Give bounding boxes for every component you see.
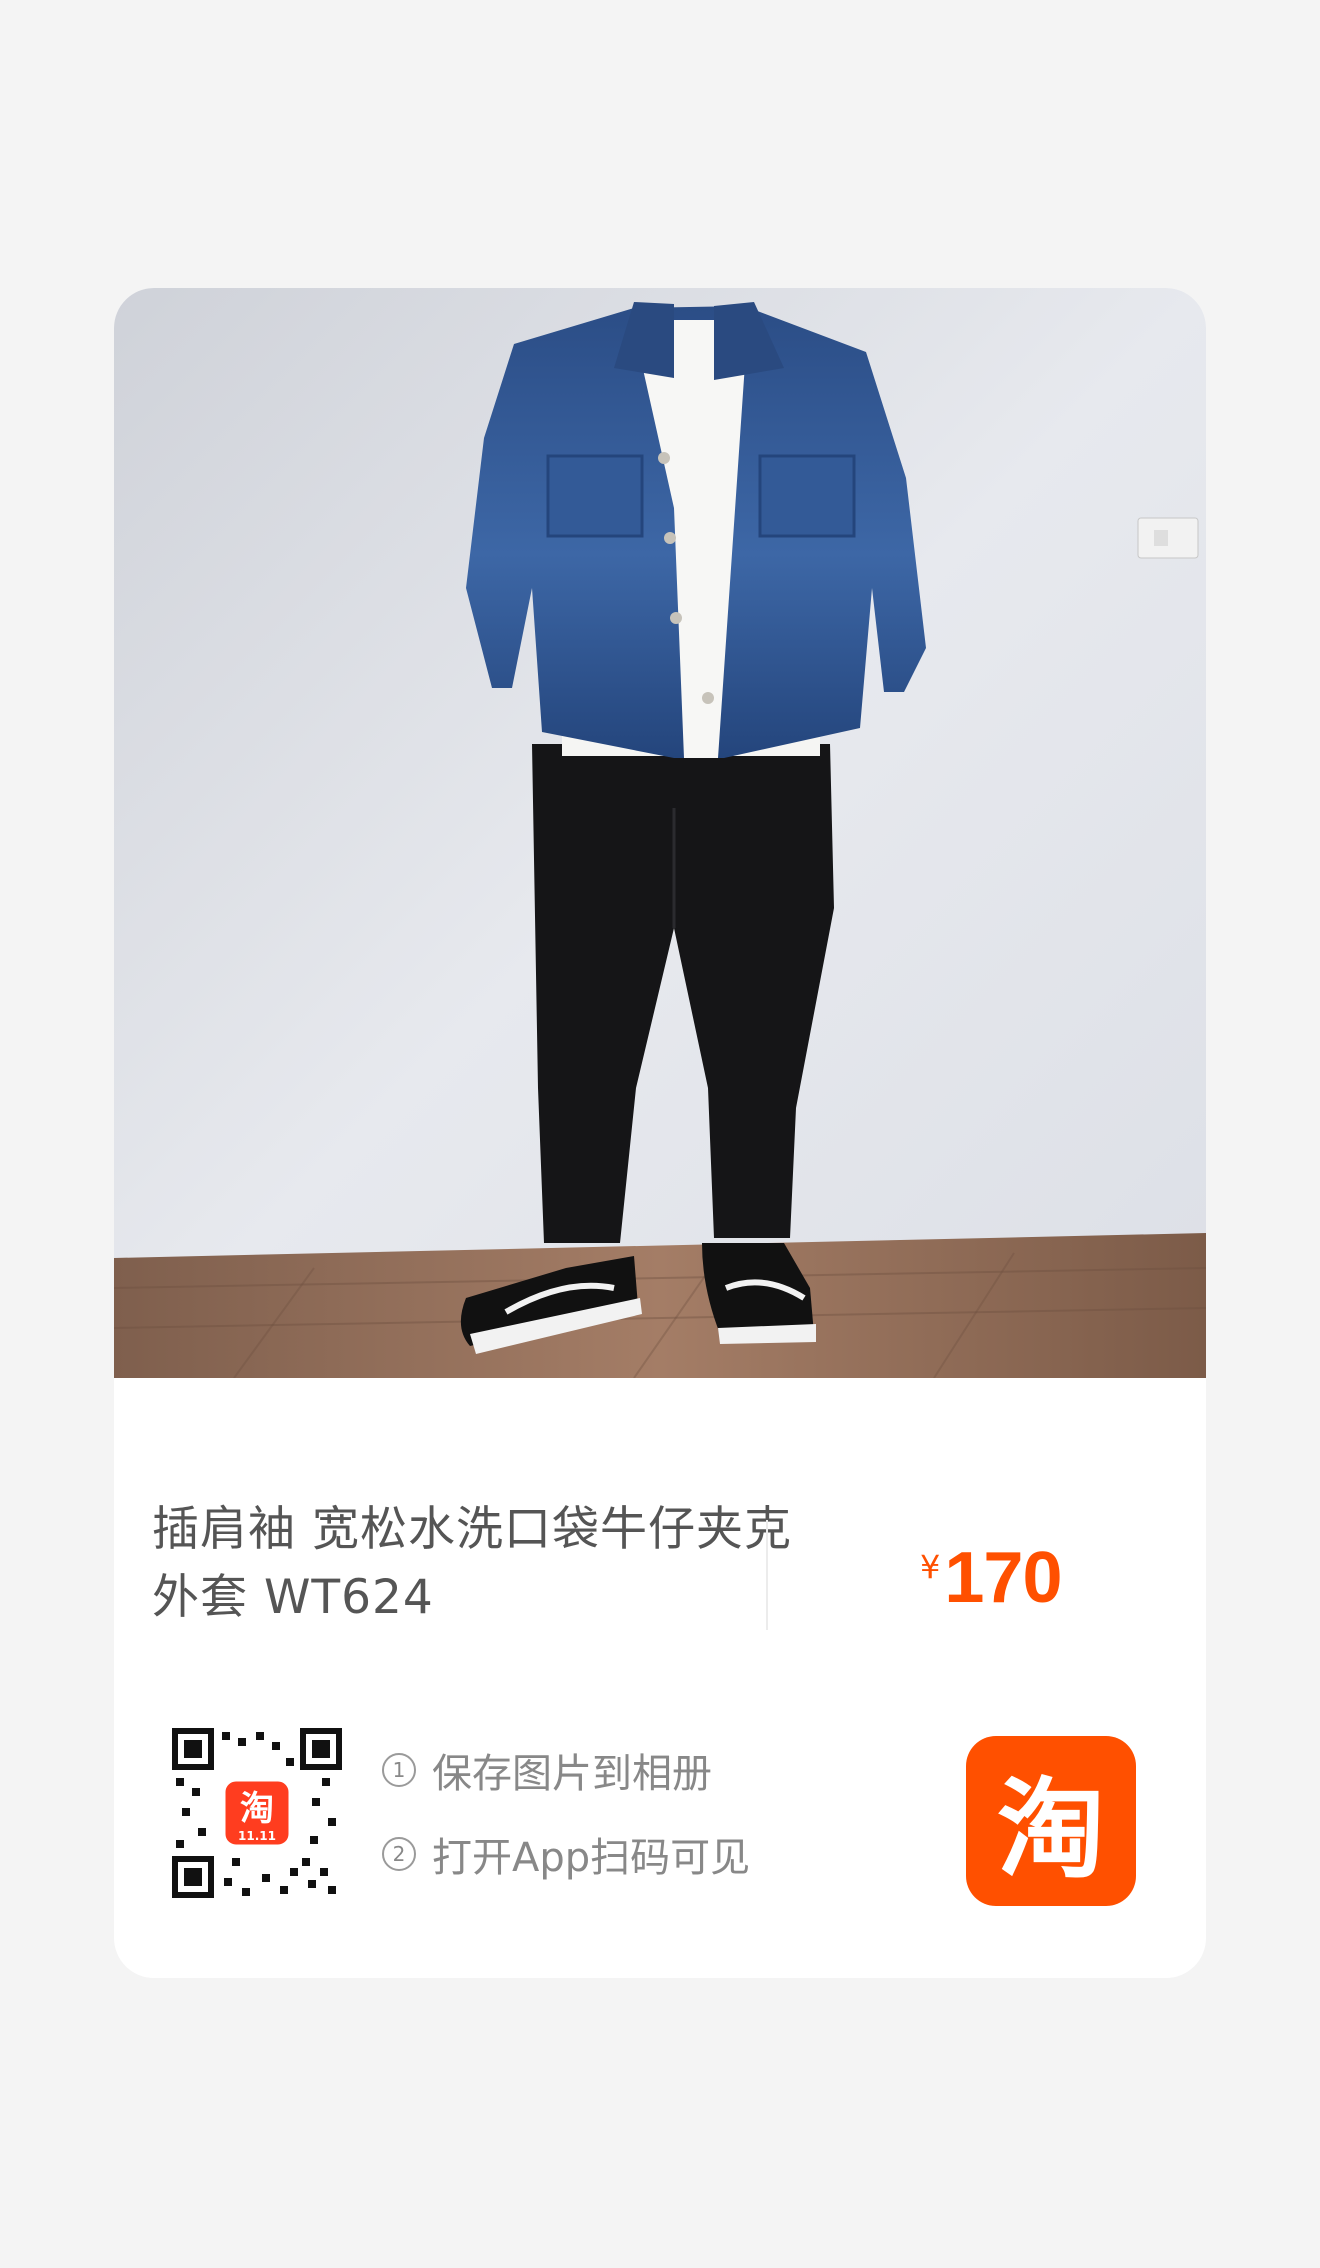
scan-instructions: 1 保存图片到相册 2 打开App扫码可见 xyxy=(382,1744,750,1912)
step-number-icon: 1 xyxy=(382,1753,416,1787)
qr-code-icon[interactable]: 淘 11.11 xyxy=(172,1728,342,1898)
taobao-app-icon[interactable]: 淘 xyxy=(966,1736,1136,1906)
qr-badge-sub: 11.11 xyxy=(238,1829,276,1843)
qr-badge-char: 淘 xyxy=(240,1789,274,1829)
price-amount: 170 xyxy=(944,1538,1062,1618)
step-number-icon: 2 xyxy=(382,1837,416,1871)
product-share-card: 插肩袖 宽松水洗口袋牛仔夹克外套 WT624 ¥170 淘 11.11 1 保存… xyxy=(114,288,1206,1978)
step-open-app: 2 打开App扫码可见 xyxy=(382,1828,751,1881)
divider xyxy=(766,1520,768,1630)
currency-symbol: ¥ xyxy=(920,1548,941,1586)
product-price: ¥170 xyxy=(920,1538,1063,1618)
step-save-image: 1 保存图片到相册 xyxy=(382,1744,750,1797)
product-photo xyxy=(114,288,1206,1378)
product-title: 插肩袖 宽松水洗口袋牛仔夹克外套 WT624 xyxy=(152,1502,792,1625)
step-text: 保存图片到相册 xyxy=(432,1751,712,1797)
step-text: 打开App扫码可见 xyxy=(432,1835,751,1881)
